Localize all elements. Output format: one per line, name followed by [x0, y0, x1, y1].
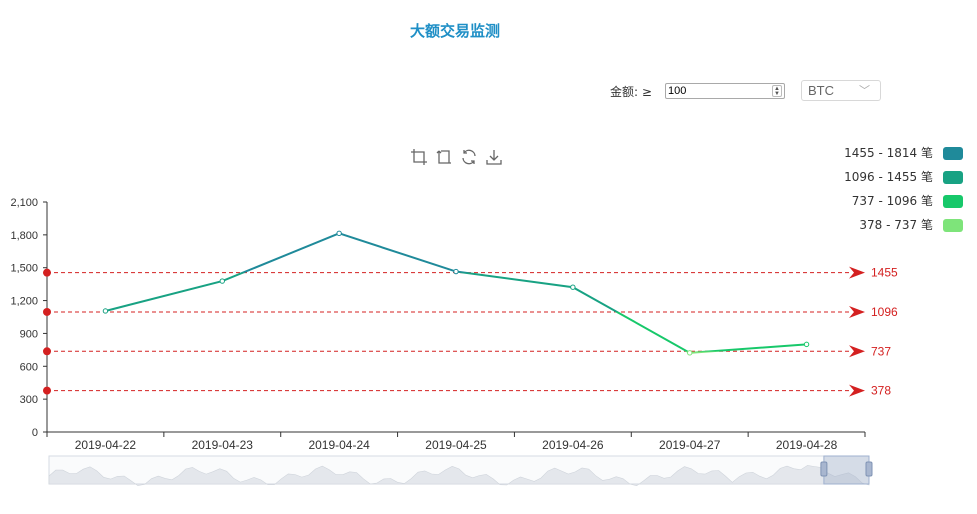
y-tick-label: 1,800 [10, 230, 38, 242]
mark-line-start-dot [43, 307, 51, 316]
mark-line-start-dot [43, 347, 51, 356]
y-tick-label: 1,200 [10, 296, 38, 308]
y-tick-label: 1,500 [10, 263, 38, 275]
datazoom-handle[interactable] [820, 461, 828, 477]
datazoom-handle[interactable] [865, 461, 873, 477]
mark-line-label: 1455 [871, 266, 898, 280]
x-tick-label: 2019-04-23 [192, 438, 254, 452]
mark-line-arrow [849, 266, 865, 279]
mark-line-arrow [849, 345, 865, 358]
data-point [570, 284, 576, 290]
y-tick-label: 600 [20, 361, 38, 373]
mark-line-label: 737 [871, 344, 891, 358]
data-point [803, 341, 810, 348]
data-point [102, 308, 109, 314]
x-tick-label: 2019-04-24 [308, 438, 370, 452]
series-line [105, 232, 807, 354]
data-point [453, 268, 459, 275]
x-tick-label: 2019-04-26 [542, 438, 604, 452]
x-tick-label: 2019-04-25 [425, 438, 487, 452]
mark-line-arrow [849, 305, 865, 318]
mark-line-label: 378 [871, 384, 891, 398]
data-point [687, 350, 693, 356]
mark-line-arrow [849, 384, 865, 397]
mark-line-start-dot [43, 386, 51, 395]
x-tick-label: 2019-04-27 [659, 438, 721, 452]
line-chart: 0 300 600 900 1,200 1,500 1,800 2,100 2019-04-22… [10, 197, 898, 487]
x-tick-label: 2019-04-22 [75, 438, 137, 452]
data-point [219, 278, 225, 284]
y-tick-label: 0 [32, 427, 38, 439]
y-tick-label: 2,100 [10, 197, 38, 209]
mark-line-label: 1096 [871, 305, 898, 319]
y-tick-label: 900 [20, 328, 38, 340]
data-point [336, 230, 342, 237]
y-tick-label: 300 [20, 394, 38, 406]
x-tick-label: 2019-04-28 [776, 438, 838, 452]
datazoom-selection[interactable] [823, 455, 870, 485]
mark-line-start-dot [43, 268, 51, 277]
